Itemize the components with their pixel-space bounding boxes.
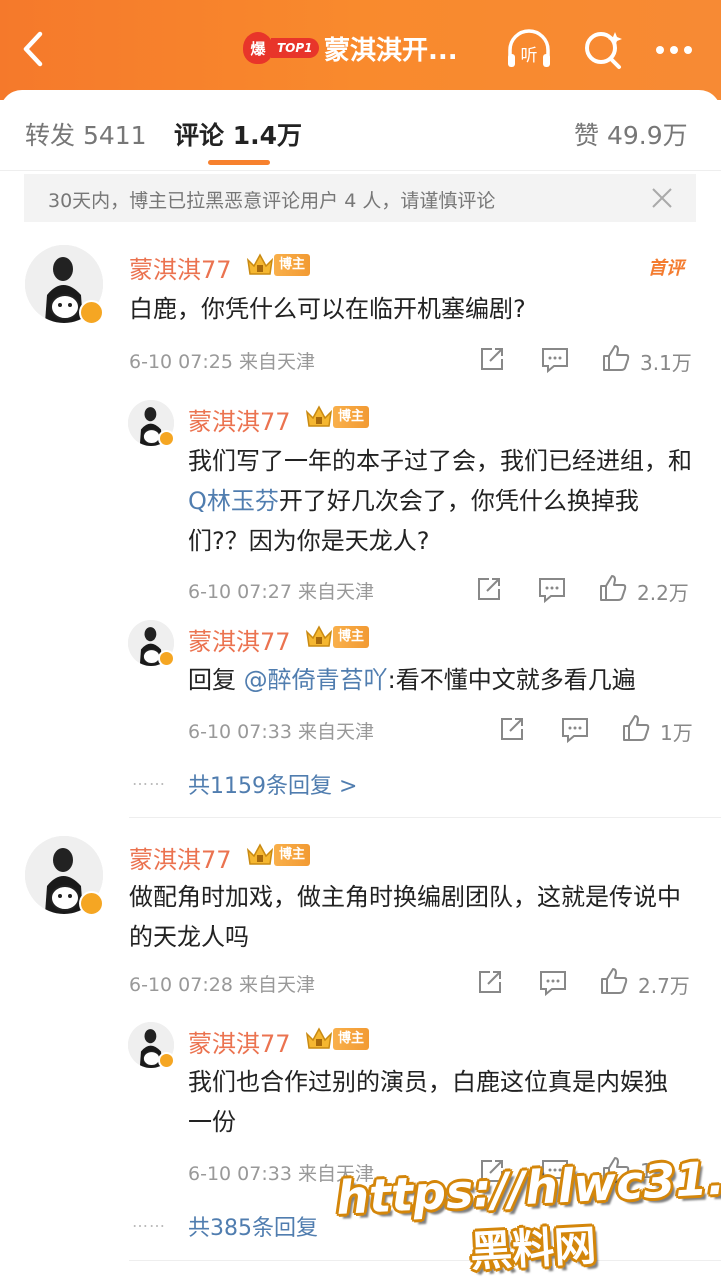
page-title[interactable]: 蒙淇淇开... [324, 30, 458, 67]
comment-username[interactable]: 蒙淇淇77 [129, 250, 232, 285]
like-count: 1万 [660, 721, 693, 745]
verified-badge-icon [158, 1052, 175, 1069]
author-badge: 博主 [274, 254, 311, 276]
listen-label: 听 [521, 46, 538, 66]
comment-text: 白鹿，你凭什么可以在临开机塞编剧? [129, 295, 526, 323]
comment-username[interactable]: 蒙淇淇77 [129, 840, 232, 875]
like-icon[interactable] [621, 713, 651, 743]
comment-icon[interactable] [538, 969, 568, 997]
author-badge: 博主 [333, 1028, 370, 1050]
like-icon[interactable] [599, 966, 629, 996]
comment-icon[interactable] [537, 576, 567, 604]
close-icon [652, 188, 672, 208]
tab-reposts[interactable]: 转发 5411 [25, 116, 147, 152]
hot-fire-icon: 爆 [243, 32, 273, 64]
more-replies-dots: …… [132, 1212, 166, 1231]
reply-source: 来自天津 [297, 581, 374, 603]
comment-icon[interactable] [540, 346, 570, 374]
more-options-button[interactable] [650, 30, 698, 70]
hot-rank-label: TOP1 [271, 38, 319, 58]
like-icon[interactable] [598, 573, 628, 603]
reply-time: 6-10 07:27 [188, 581, 292, 603]
hot-search-badge[interactable]: 爆 TOP1 [243, 32, 319, 64]
active-tab-indicator [208, 160, 270, 165]
first-comment-tag: 首评 [648, 258, 684, 279]
reply-username[interactable]: 蒙淇淇77 [188, 402, 291, 437]
headphones-icon: 听 [508, 29, 550, 67]
tab-likes[interactable]: 赞 49.9万 [574, 116, 688, 152]
comment-time: 6-10 07:28 [129, 974, 233, 996]
more-replies-link[interactable]: 共385条回复 [188, 1210, 318, 1242]
reply-username[interactable]: 蒙淇淇77 [188, 1024, 291, 1059]
listen-button[interactable]: 听 [504, 28, 554, 72]
like-icon[interactable] [601, 343, 631, 373]
reply-meta: 6-10 07:33 来自天津 [188, 717, 374, 744]
share-icon[interactable] [498, 715, 526, 743]
share-icon[interactable] [476, 968, 504, 996]
tabs-divider [0, 170, 721, 171]
reply-prefix: 回复 [188, 666, 244, 694]
more-dots-icon [656, 46, 692, 54]
notice-close-button[interactable] [650, 186, 674, 210]
author-badge: 博主 [274, 844, 311, 866]
comment-separator [129, 817, 721, 818]
search-button[interactable] [582, 28, 626, 72]
crown-icon [246, 843, 274, 865]
back-arrow-icon [23, 31, 43, 67]
top-bar: 爆 TOP1 蒙淇淇开... 听 [0, 0, 721, 100]
like-count: 2.7万 [638, 974, 690, 998]
reply-text: 我们也合作过别的演员，白鹿这位真是内娱独一份 [188, 1068, 668, 1136]
share-icon[interactable] [478, 345, 506, 373]
reply-username[interactable]: 蒙淇淇77 [188, 622, 291, 657]
comment-time: 6-10 07:25 [129, 351, 233, 373]
mention-link[interactable]: @醉倚青苔吖 [244, 666, 388, 694]
crown-icon [305, 405, 333, 427]
search-icon [585, 32, 622, 69]
reply-time: 6-10 07:33 [188, 1163, 292, 1185]
comment-icon[interactable] [560, 716, 590, 744]
crown-icon [305, 625, 333, 647]
comment-meta: 6-10 07:25 来自天津 [129, 347, 315, 374]
crown-icon [305, 1027, 333, 1049]
reply-text: 回复 @醉倚青苔吖:看不懂中文就多看几遍 [188, 660, 708, 700]
reply-text-part: 我们写了一年的本子过了会，我们已经进组，和 [188, 447, 692, 475]
reply-text: 我们写了一年的本子过了会，我们已经进组，和 Q林玉芬开了好几次会了，你凭什么换掉… [188, 441, 693, 561]
reply-text-part: :看不懂中文就多看几遍 [387, 666, 636, 694]
author-badge: 博主 [333, 626, 370, 648]
back-button[interactable] [16, 26, 56, 72]
like-count: 3.1万 [640, 351, 692, 375]
comment-source: 来自天津 [238, 351, 315, 373]
more-replies-dots: …… [132, 770, 166, 789]
like-count: 2.2万 [637, 581, 689, 605]
comment-source: 来自天津 [238, 974, 315, 996]
reply-meta: 6-10 07:27 来自天津 [188, 577, 374, 604]
verified-badge-icon [158, 430, 175, 447]
comment-text: 做配角时加戏，做主角时换编剧团队，这就是传说中的天龙人吗 [129, 883, 681, 951]
notice-text: 30天内，博主已拉黑恶意评论用户 4 人，请谨慎评论 [48, 190, 496, 212]
reply-time: 6-10 07:33 [188, 721, 292, 743]
verified-badge-icon [79, 891, 104, 916]
tab-comments[interactable]: 评论 1.4万 [174, 116, 302, 152]
verified-badge-icon [158, 650, 175, 667]
watermark-site-name: 黑料网 [468, 1220, 598, 1277]
author-badge: 博主 [333, 406, 370, 428]
verified-badge-icon [79, 300, 104, 325]
reply-source: 来自天津 [297, 721, 374, 743]
notice-banner: 30天内，博主已拉黑恶意评论用户 4 人，请谨慎评论 [24, 174, 696, 222]
crown-icon [246, 253, 274, 275]
comment-meta: 6-10 07:28 来自天津 [129, 970, 315, 997]
comment-separator [129, 1260, 721, 1261]
mention-link[interactable]: Q林玉芬 [188, 487, 279, 515]
more-replies-link[interactable]: 共1159条回复 > [188, 768, 357, 800]
share-icon[interactable] [475, 575, 503, 603]
